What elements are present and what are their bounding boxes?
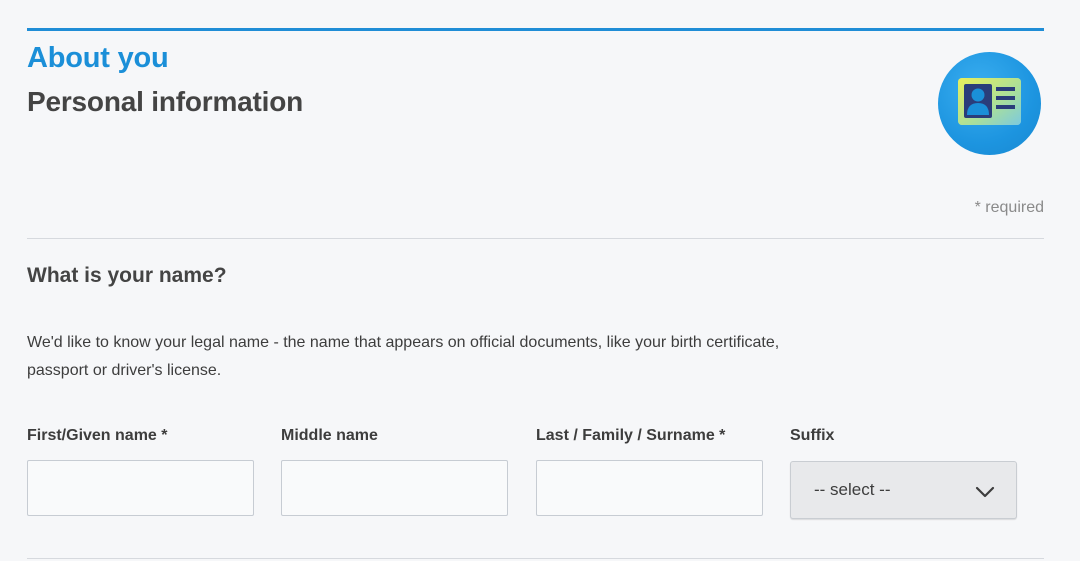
last-name-input[interactable] — [536, 460, 763, 516]
question-heading: What is your name? — [27, 264, 227, 287]
bottom-divider — [27, 558, 1044, 559]
page-title: Personal information — [27, 86, 304, 117]
middle-name-label: Middle name — [281, 427, 378, 444]
chevron-down-icon — [975, 486, 995, 498]
id-card-icon — [958, 78, 1021, 125]
suffix-label: Suffix — [790, 427, 835, 444]
suffix-selected-value: -- select -- — [814, 480, 891, 499]
last-name-label: Last / Family / Surname * — [536, 427, 726, 444]
middle-name-input[interactable] — [281, 460, 508, 516]
section-heading: About you — [27, 42, 169, 74]
suffix-select[interactable]: -- select -- — [790, 461, 1017, 519]
top-accent-rule — [27, 28, 1044, 31]
section-divider — [27, 238, 1044, 239]
id-card-badge — [938, 52, 1041, 155]
first-name-input[interactable] — [27, 460, 254, 516]
question-help-text: We'd like to know your legal name - the … — [27, 334, 780, 379]
first-name-label: First/Given name * — [27, 427, 168, 444]
required-note: * required — [974, 199, 1044, 216]
